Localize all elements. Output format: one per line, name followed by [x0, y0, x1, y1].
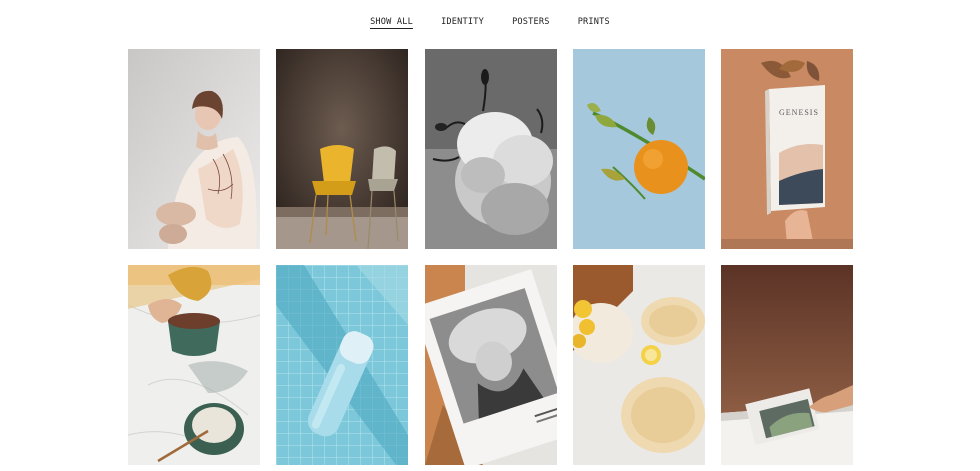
portfolio-item-poster[interactable]	[424, 265, 557, 465]
genesis-title: GENESIS	[779, 108, 819, 117]
portfolio-item-genesis-book[interactable]: GENESIS	[721, 49, 854, 249]
mug-photo	[128, 265, 260, 465]
portfolio-item-woman[interactable]	[128, 49, 260, 249]
poster-photo	[424, 265, 557, 465]
filter-nav: SHOW ALL IDENTITY POSTERS PRINTS	[0, 17, 980, 29]
portfolio-item-flower[interactable]	[424, 49, 557, 249]
portfolio-item-magazine[interactable]	[721, 265, 854, 465]
chairs-photo	[276, 49, 409, 249]
filter-prints[interactable]: PRINTS	[578, 17, 610, 29]
orange-photo	[572, 49, 705, 249]
magazine-photo	[721, 265, 854, 465]
filter-show-all[interactable]: SHOW ALL	[370, 17, 414, 29]
lemon-plates-photo	[572, 265, 705, 465]
portfolio-item-mug[interactable]	[128, 265, 260, 465]
portfolio-item-bottle[interactable]	[276, 265, 409, 465]
filter-posters[interactable]: POSTERS	[512, 17, 550, 29]
flower-photo	[424, 49, 557, 249]
bottle-photo	[276, 265, 409, 465]
portfolio-item-orange[interactable]	[572, 49, 705, 249]
filter-identity[interactable]: IDENTITY	[441, 17, 484, 29]
genesis-book-photo: GENESIS	[721, 49, 854, 249]
portfolio-item-lemon-plates[interactable]	[572, 265, 705, 465]
portfolio-grid: GENESIS	[128, 49, 854, 465]
portfolio-item-chairs[interactable]	[276, 49, 409, 249]
woman-photo	[128, 49, 260, 249]
